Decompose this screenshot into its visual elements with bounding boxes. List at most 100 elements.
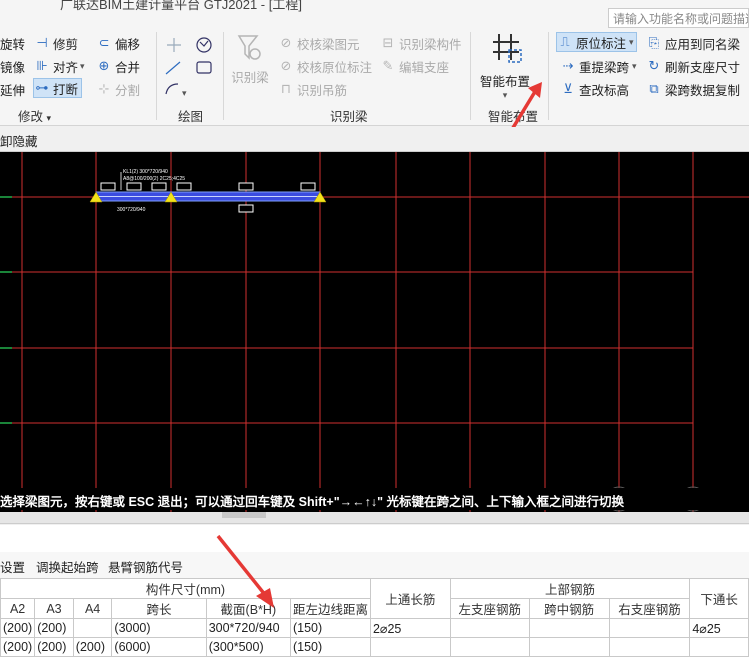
apply-icon: ⎘ xyxy=(648,35,660,50)
split-label: 分割 xyxy=(115,83,141,98)
ribbon-divider xyxy=(156,32,157,120)
copy-span-data-label: 梁跨数据复制 xyxy=(665,83,741,98)
table-cell[interactable] xyxy=(528,637,610,657)
cad-view[interactable]: KL1(2) 300*720/940 A8@100/200(2) 2C25;4C… xyxy=(0,152,749,512)
re-extract-span-button[interactable]: ⇢ 重提梁跨 ▾ xyxy=(560,56,637,76)
split-button[interactable]: ⊹ 分割 xyxy=(96,79,140,99)
table-cell[interactable]: (300*500) xyxy=(205,637,291,657)
header-dimensions: 构件尺寸(mm) xyxy=(0,578,371,599)
merge-icon: ⊕ xyxy=(98,58,110,73)
check-beam-label: 校核梁图元 xyxy=(297,37,360,52)
table-cell[interactable]: (200) xyxy=(34,637,74,657)
table-cell[interactable] xyxy=(689,637,749,657)
refresh-support-button[interactable]: ↻ 刷新支座尺寸 xyxy=(646,56,740,76)
in-situ-annotation-label: 原位标注 xyxy=(576,36,627,51)
table-cell[interactable] xyxy=(449,637,530,657)
beam-label-under: 300*720/940 xyxy=(117,207,146,213)
mirror-button[interactable]: 镜像 xyxy=(0,56,25,76)
table-cell[interactable]: (150) xyxy=(289,637,371,657)
extend-button[interactable]: 延伸 xyxy=(0,79,25,99)
annotation-icon: ⎍ xyxy=(560,34,570,49)
red-arrow-annotation xyxy=(216,534,274,608)
unhide-button[interactable]: 卸隐藏 xyxy=(0,131,38,150)
table-row: (200) (200) (200) (6000) (300*500) (150) xyxy=(0,637,749,657)
recognize-beam-label: 识别梁 xyxy=(231,71,269,85)
edit-support-button[interactable]: ✎ 编辑支座 xyxy=(380,56,449,76)
apply-same-name-button[interactable]: ⎘ 应用到同名梁 xyxy=(646,33,740,53)
modify-group-label[interactable]: 修改 ▾ xyxy=(18,106,51,125)
table-cell[interactable]: (3000) xyxy=(111,618,207,638)
recognize-beam-member-button[interactable]: ⊟ 识别梁构件 xyxy=(380,33,462,53)
swap-start-span-button[interactable]: 调换起始跨 xyxy=(36,557,99,576)
check-beam-button[interactable]: ⊘ 校核梁图元 xyxy=(278,33,360,53)
header-right-support: 右支座钢筋 xyxy=(608,598,691,619)
table-row: (200) (200) (3000) 300*720/940 (150) 2⌀2… xyxy=(0,618,749,638)
edit-support-label: 编辑支座 xyxy=(399,60,450,75)
header-mid-span: 跨中钢筋 xyxy=(528,598,610,619)
table-cell[interactable] xyxy=(369,637,451,657)
header-a4: A4 xyxy=(72,598,113,619)
recognize-beam-member-label: 识别梁构件 xyxy=(399,37,462,52)
offset-button[interactable]: ⊂ 偏移 xyxy=(96,33,140,53)
draw-tools[interactable]: ▾ xyxy=(160,32,220,102)
grid-layout-icon xyxy=(493,34,522,63)
hide-bar: 卸隐藏 xyxy=(0,127,749,152)
beam-label-top: KL1(2) 300*720/940 xyxy=(123,169,168,175)
copy-span-data-button[interactable]: ⧉ 梁跨数据复制 xyxy=(646,79,740,99)
extend-label: 延伸 xyxy=(0,83,26,98)
split-icon: ⊹ xyxy=(98,81,110,96)
function-search-input[interactable]: 请输入功能名称或问题描述 xyxy=(608,8,749,28)
break-icon: ⊶ xyxy=(35,80,49,95)
check-icon: ⊘ xyxy=(280,58,292,73)
table-cell[interactable]: 300*720/940 xyxy=(205,618,291,638)
table-cell[interactable] xyxy=(72,618,113,638)
re-extract-icon: ⇢ xyxy=(562,58,574,73)
recognize-beam-button[interactable]: 识别梁 xyxy=(230,32,270,92)
drawing-canvas[interactable]: KL1(2) 300*720/940 A8@100/200(2) 2C25;4C… xyxy=(0,152,749,512)
annotation-box xyxy=(300,182,316,191)
arc-icon xyxy=(165,83,179,95)
table-cell[interactable]: (6000) xyxy=(111,637,207,657)
line-icon xyxy=(165,61,181,75)
offset-icon: ⊂ xyxy=(98,35,110,50)
circle-icon xyxy=(196,37,212,53)
table-cell[interactable]: 4⌀25 xyxy=(689,618,749,638)
break-button[interactable]: ⊶ 打断 xyxy=(33,78,83,98)
splitter-grip[interactable] xyxy=(222,512,266,518)
chevron-down-icon: ▾ xyxy=(182,88,187,98)
rotate-button[interactable]: 旋转 xyxy=(0,33,25,53)
table-cell[interactable]: (200) xyxy=(0,618,36,638)
annotation-box xyxy=(100,182,116,191)
check-icon: ⊘ xyxy=(280,35,292,50)
in-situ-annotation-button[interactable]: ⎍ 原位标注 ▾ xyxy=(556,32,637,52)
edit-elevation-button[interactable]: ⊻ 查改标高 xyxy=(560,79,629,99)
re-extract-span-label: 重提梁跨 xyxy=(579,60,630,75)
settings-button[interactable]: 设置 xyxy=(0,557,25,576)
check-in-situ-button[interactable]: ⊘ 校核原位标注 xyxy=(278,56,372,76)
recognize-hanger-button[interactable]: ⊓ 识别吊筋 xyxy=(278,79,347,99)
align-icon: ⊪ xyxy=(36,58,48,73)
break-label: 打断 xyxy=(53,82,79,97)
table-cell[interactable] xyxy=(608,618,691,638)
header-bottom-continuous: 下通长 xyxy=(689,578,749,619)
annotation-box xyxy=(151,182,167,191)
table-cell[interactable] xyxy=(608,637,691,657)
annotation-box xyxy=(238,182,254,191)
align-button[interactable]: ⊪ 对齐 ▾ xyxy=(34,56,84,76)
annotation-box xyxy=(126,182,142,191)
table-cell[interactable] xyxy=(449,618,530,638)
member-icon: ⊟ xyxy=(382,35,394,50)
table-cell[interactable]: (200) xyxy=(0,637,36,657)
edit-icon: ✎ xyxy=(382,58,394,73)
panel-splitter[interactable] xyxy=(0,512,749,524)
merge-button[interactable]: ⊕ 合并 xyxy=(96,56,140,76)
table-cell[interactable]: (150) xyxy=(289,618,371,638)
table-cell[interactable] xyxy=(528,618,610,638)
table-cell[interactable]: (200) xyxy=(34,618,74,638)
span-table: 构件尺寸(mm) 上通长筋 上部钢筋 下通长 A2 A3 A4 跨长 截面(B*… xyxy=(0,578,749,657)
trim-button[interactable]: ⊣ 修剪 xyxy=(34,33,78,53)
table-cell[interactable]: (200) xyxy=(72,637,113,657)
header-offset: 距左边线距离 xyxy=(289,598,371,619)
cantilever-code-button[interactable]: 悬臂钢筋代号 xyxy=(108,557,183,576)
table-cell[interactable]: 2⌀25 xyxy=(369,618,451,638)
